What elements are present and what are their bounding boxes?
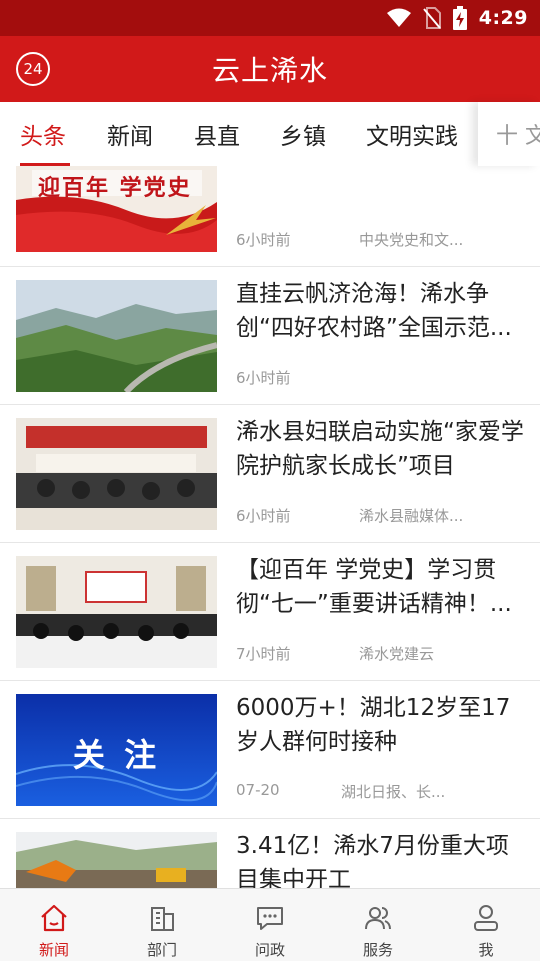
- thumbnail-banner-text: 迎百年 学党史: [38, 176, 192, 201]
- news-source: 浠水县融媒体...: [359, 507, 464, 525]
- news-title: 3.41亿！浠水7月份重大项目集中开工: [236, 833, 509, 888]
- nav-inquiry[interactable]: 问政: [216, 889, 324, 961]
- battery-charging-icon: [452, 6, 467, 30]
- news-feed[interactable]: 迎百年 学党史 6小时前 中央党史和文... 直挂云帆济沧海！浠水争创“四好农村…: [0, 166, 540, 888]
- news-time: 07-20: [236, 781, 280, 799]
- building-icon: [151, 907, 174, 931]
- news-item[interactable]: 浠水县妇联启动实施“家爱学院护航家长成长”项目 6小时前 浠水县融媒体...: [0, 405, 540, 542]
- tab-county[interactable]: 县直: [194, 102, 240, 166]
- add-channel-label: 十 文: [496, 124, 540, 149]
- news-item[interactable]: 迎百年 学党史 6小时前 中央党史和文...: [0, 166, 540, 266]
- nav-label: 部门: [146, 941, 177, 959]
- news-thumbnail: [16, 418, 217, 530]
- nav-label: 服务: [362, 941, 393, 959]
- wifi-icon: [386, 8, 411, 27]
- news-source: 中央党史和文...: [359, 231, 464, 249]
- thumbnail-banner-text: 关 注: [72, 736, 161, 774]
- news-title: 【迎百年 学党史】学习贯彻“七一”重要讲话精神！...: [236, 557, 512, 617]
- news-thumbnail: 迎百年 学党史: [16, 166, 217, 252]
- status-time: 4:29: [478, 7, 528, 29]
- tab-towns[interactable]: 乡镇: [280, 102, 326, 166]
- news-time: 7小时前: [236, 645, 291, 663]
- tab-news[interactable]: 新闻: [107, 102, 153, 166]
- news-item[interactable]: 【迎百年 学党史】学习贯彻“七一”重要讲话精神！... 7小时前 浠水党建云: [0, 543, 540, 680]
- nav-departments[interactable]: 部门: [108, 889, 216, 961]
- add-channel-button[interactable]: 十 文: [478, 102, 540, 166]
- news-item[interactable]: 直挂云帆济沧海！浠水争创“四好农村路”全国示范... 6小时前: [0, 267, 540, 404]
- news-thumbnail: [16, 280, 217, 392]
- nav-label: 我: [478, 941, 494, 959]
- tab-civilization[interactable]: 文明实践: [366, 102, 458, 166]
- nav-news[interactable]: 新闻: [0, 889, 108, 961]
- people-icon: [365, 907, 391, 930]
- app-bar: 24 云上浠水: [0, 36, 540, 102]
- news-title: 6000万+！湖北12岁至17岁人群何时接种: [236, 695, 511, 755]
- news-source: 浠水党建云: [359, 645, 435, 663]
- bottom-nav: 新闻 部门 问政 服务 我: [0, 888, 540, 961]
- news-time: 6小时前: [236, 507, 291, 525]
- nav-services[interactable]: 服务: [324, 889, 432, 961]
- home-icon: [41, 904, 67, 932]
- news-title: 浠水县妇联启动实施“家爱学院护航家长成长”项目: [236, 419, 524, 479]
- person-icon: [474, 905, 498, 931]
- status-icons: 4:29: [386, 0, 528, 36]
- chat-icon: [257, 907, 283, 930]
- app-title: 云上浠水: [211, 54, 328, 87]
- nav-label: 问政: [254, 941, 285, 959]
- channel-tabs: 头条 新闻 县直 乡镇 文明实践 十 文: [0, 102, 540, 166]
- news-time: 6小时前: [236, 231, 291, 249]
- news-item[interactable]: 3.41亿！浠水7月份重大项目集中开工: [0, 819, 540, 888]
- news-thumbnail: [16, 832, 217, 888]
- tab-headlines[interactable]: 头条: [20, 102, 66, 166]
- news-time: 6小时前: [236, 369, 291, 387]
- news-thumbnail: [16, 556, 217, 668]
- nav-label: 新闻: [38, 941, 69, 959]
- news-thumbnail: 关 注: [16, 694, 217, 806]
- news-source: 湖北日报、长...: [341, 783, 446, 801]
- news-title: 直挂云帆济沧海！浠水争创“四好农村路”全国示范...: [236, 281, 512, 341]
- news-item[interactable]: 关 注 6000万+！湖北12岁至17岁人群何时接种 07-20 湖北日报、长.…: [0, 681, 540, 818]
- no-sim-icon: [422, 7, 441, 29]
- status-bar: 4:29: [0, 0, 540, 36]
- nav-me[interactable]: 我: [432, 889, 540, 961]
